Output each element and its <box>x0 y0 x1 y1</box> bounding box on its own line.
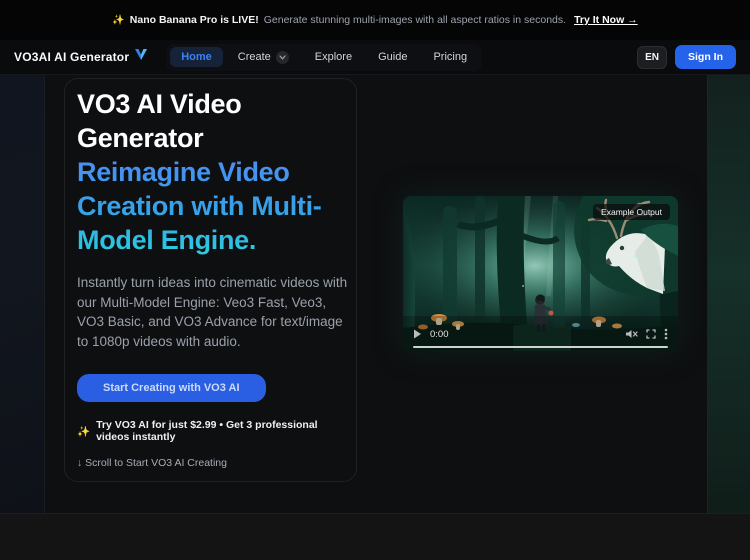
announcement-bar: ✨ Nano Banana Pro is LIVE! Generate stun… <box>0 0 750 40</box>
sparkles-icon: ✨ <box>112 14 125 26</box>
nav-item-explore[interactable]: Explore <box>304 47 363 67</box>
hero-section: VO3 AI Video Generator Reimagine Video C… <box>0 75 750 513</box>
start-creating-button[interactable]: Start Creating with VO3 AI <box>77 374 266 402</box>
nav-item-pricing[interactable]: Pricing <box>422 47 478 67</box>
nav-item-explore-label: Explore <box>314 51 353 63</box>
brand-name: VO3AI AI Generator <box>14 50 130 64</box>
nav-links: Home Create Explore Guide Pricing <box>166 43 483 71</box>
offer-text: Try VO3 AI for just $2.99 • Get 3 profes… <box>96 419 318 443</box>
nav-item-guide-label: Guide <box>378 51 408 63</box>
hero-content-box: VO3 AI Video Generator Reimagine Video C… <box>64 78 357 482</box>
page: ✨ Nano Banana Pro is LIVE! Generate stun… <box>0 0 750 560</box>
brand-v-icon <box>134 48 148 66</box>
nav-item-create[interactable]: Create <box>227 47 300 68</box>
nav-item-create-label: Create <box>237 51 271 63</box>
example-output-badge: Example Output <box>593 204 670 220</box>
mute-icon[interactable] <box>626 329 638 339</box>
language-button[interactable]: EN <box>637 45 667 69</box>
announcement-text: Generate stunning multi-images with all … <box>263 14 567 26</box>
video-time: 0:00 <box>430 328 449 340</box>
offer-line: ✨ Try VO3 AI for just $2.99 • Get 3 prof… <box>77 419 344 443</box>
left-edge-panel <box>0 75 45 513</box>
sign-in-button[interactable]: Sign In <box>675 45 736 69</box>
nav-item-home-label: Home <box>181 51 212 63</box>
more-options-icon[interactable] <box>664 328 668 340</box>
brand-logo[interactable]: VO3AI AI Generator <box>14 48 148 66</box>
hero-description: Instantly turn ideas into cinematic vide… <box>77 275 348 349</box>
nav-item-home[interactable]: Home <box>170 47 223 67</box>
next-section <box>0 513 750 560</box>
hero-title-gradient: Reimagine Video Creation with Multi-Mode… <box>77 155 344 257</box>
right-edge-panel <box>707 75 750 513</box>
video-progress-bar[interactable] <box>413 345 668 348</box>
nav-item-pricing-label: Pricing <box>433 51 468 63</box>
play-icon[interactable] <box>413 329 422 339</box>
navbar: VO3AI AI Generator Home Create Explore G… <box>0 40 750 75</box>
example-video-player[interactable]: Example Output 0:00 <box>403 196 678 351</box>
scroll-hint: ↓ Scroll to Start VO3 AI Creating <box>77 457 227 469</box>
chevron-down-icon <box>275 50 289 64</box>
hero-title: VO3 AI Video Generator Reimagine Video C… <box>77 87 344 257</box>
announcement-highlight: Nano Banana Pro is LIVE! <box>129 14 259 26</box>
video-controls: 0:00 <box>403 325 678 343</box>
sparkles-icon: ✨ <box>77 425 91 438</box>
hero-title-white: VO3 AI Video Generator <box>77 89 242 153</box>
fullscreen-icon[interactable] <box>646 329 656 339</box>
nav-item-guide[interactable]: Guide <box>367 47 418 67</box>
nav-right: EN Sign In <box>637 45 736 69</box>
announcement-cta-link[interactable]: Try It Now → <box>574 14 638 26</box>
